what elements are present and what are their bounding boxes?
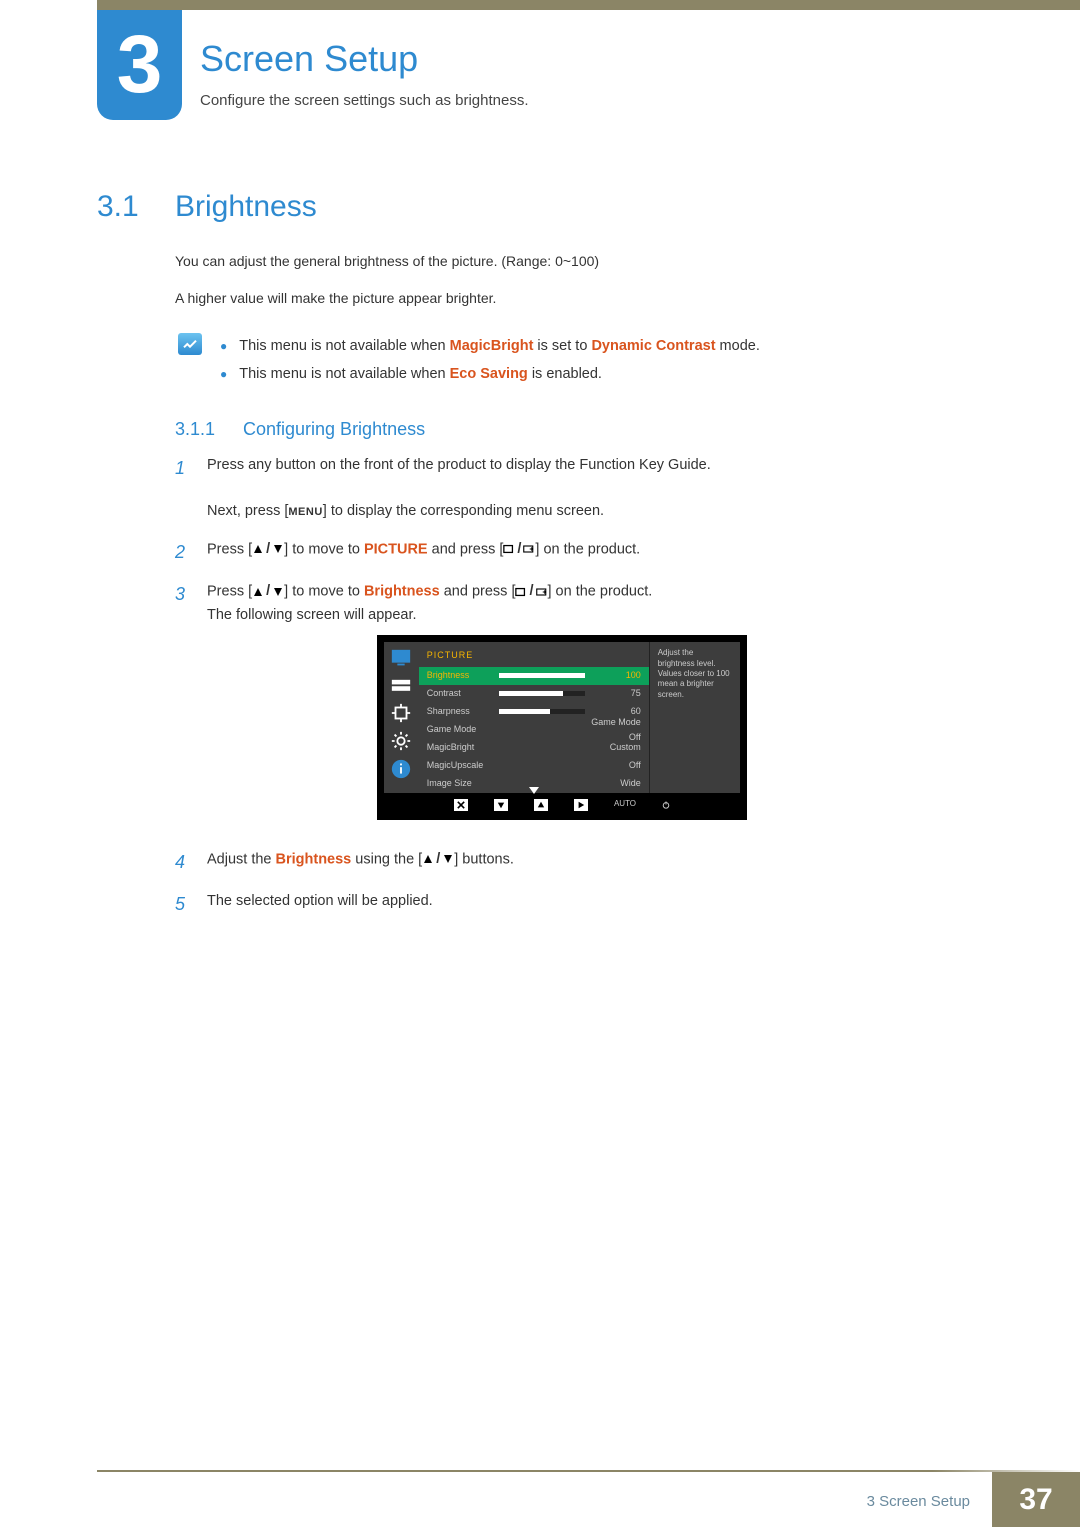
osd-row-label: Contrast [427,686,499,700]
osd-down-icon [494,799,508,811]
osd-power-icon [662,801,670,809]
step-body: Press [/] to move to PICTURE and press [… [207,538,640,567]
osd-right-icon [574,799,588,811]
bullet-icon: ● [220,363,227,391]
step-item: 1 Press any button on the front of the p… [175,454,1010,524]
osd-bar-fill [499,673,585,678]
note-icon [178,333,202,355]
osd-row-label: MagicUpscale [427,758,499,772]
step-number: 4 [175,848,189,877]
note-item: ● This menu is not available when Eco Sa… [220,361,1010,389]
up-down-icon: / [252,580,284,603]
osd-rows: Brightness100Contrast75Sharpness60Game M… [419,667,649,793]
osd-row-label: Brightness [427,668,499,682]
osd-bar-fill [499,709,551,714]
footer-page-number: 37 [992,1472,1080,1527]
note-text: This menu is not available when MagicBri… [239,333,760,361]
footer-chapter-label: 3 Screen Setup [867,1493,970,1510]
osd-header: PICTURE [419,642,649,666]
osd-screenshot: PICTURE Brightness 100 Contrast 75 Sharpness… [377,635,747,819]
chapter-title: Screen Setup [200,38,418,80]
osd-row: Contrast 75 [419,685,649,703]
osd-row-value: Wide [591,776,641,790]
footer-divider [97,1470,1080,1472]
step-number: 1 [175,454,189,524]
step-body: Press any button on the front of the pro… [207,454,711,524]
step-number: 2 [175,538,189,567]
steps-list: 1 Press any button on the front of the p… [175,454,1010,933]
osd-bar [499,709,585,714]
up-down-icon: / [252,538,284,561]
osd-side-color-icon [390,676,412,694]
section-title: Brightness [175,190,317,224]
osd-close-icon [454,799,468,811]
step-number: 5 [175,890,189,919]
step-item: 4 Adjust the Brightness using the [/] bu… [175,848,1010,877]
osd-row-label: MagicBright [427,740,499,754]
enter-source-icon: / [515,580,547,603]
osd-row-value: 100 [591,668,641,682]
osd-sidebar [384,642,419,792]
osd-bar [499,691,585,696]
enter-source-icon: / [503,538,535,561]
osd-side-picture-icon [390,648,412,666]
paragraph-brighter: A higher value will make the picture app… [175,290,1010,306]
osd-side-size-icon [390,704,412,722]
step-item: 3 Press [/] to move to Brightness and pr… [175,580,1010,833]
osd-row: MagicUpscale Off [419,757,649,775]
osd-row-value-wrap: 100 [499,668,641,682]
osd-row-label: Image Size [427,776,499,790]
bullet-icon: ● [220,335,227,363]
note-item: ● This menu is not available when MagicB… [220,333,1010,361]
subsection-number: 3.1.1 [175,419,215,440]
top-border [97,0,1080,10]
osd-auto-label: AUTO [614,798,636,811]
osd-row-value: Off [591,758,641,772]
step-body: Adjust the Brightness using the [/] butt… [207,848,514,877]
step-body: Press [/] to move to Brightness and pres… [207,580,747,833]
osd-bar-fill [499,691,564,696]
osd-scroll-down-icon [529,787,539,795]
osd-row-value-wrap: Wide [499,776,641,790]
osd-row-label: Sharpness [427,704,499,718]
osd-row-value-wrap: Custom [499,740,641,754]
osd-row: MagicBright Custom [419,739,649,757]
up-down-icon: / [422,848,454,871]
note-text: This menu is not available when Eco Savi… [239,361,602,389]
step-number: 3 [175,580,189,833]
menu-key-label: MENU [288,506,322,518]
osd-row-value-wrap: 75 [499,686,641,700]
osd-row-label: Game Mode [427,722,499,736]
osd-row-value: 75 [591,686,641,700]
osd-side-info-icon [390,760,412,778]
chapter-subtitle: Configure the screen settings such as br… [200,92,529,109]
osd-row: Game ModeGame Mode Off [419,721,649,739]
osd-row-value-wrap: Off [499,758,641,772]
step-item: 5 The selected option will be applied. [175,890,1010,919]
osd-bottom-bar: AUTO [384,793,740,813]
chapter-badge: 3 [97,10,182,120]
step-item: 2 Press [/] to move to PICTURE and press… [175,538,1010,567]
osd-center: PICTURE Brightness 100 Contrast 75 Sharpness… [419,642,649,792]
osd-row: Brightness 100 [419,667,649,685]
chapter-number: 3 [117,24,163,106]
osd-help-text: Adjust the brightness level. Values clos… [649,642,740,792]
section-number: 3.1 [97,190,139,224]
step-body: The selected option will be applied. [207,890,433,919]
osd-side-settings-icon [390,732,412,750]
subsection-title: Configuring Brightness [243,419,425,440]
osd-bar [499,673,585,678]
osd-row-value: Custom [591,740,641,754]
paragraph-range: You can adjust the general brightness of… [175,253,1010,269]
note-list: ● This menu is not available when MagicB… [220,333,1010,388]
osd-up-icon [534,799,548,811]
